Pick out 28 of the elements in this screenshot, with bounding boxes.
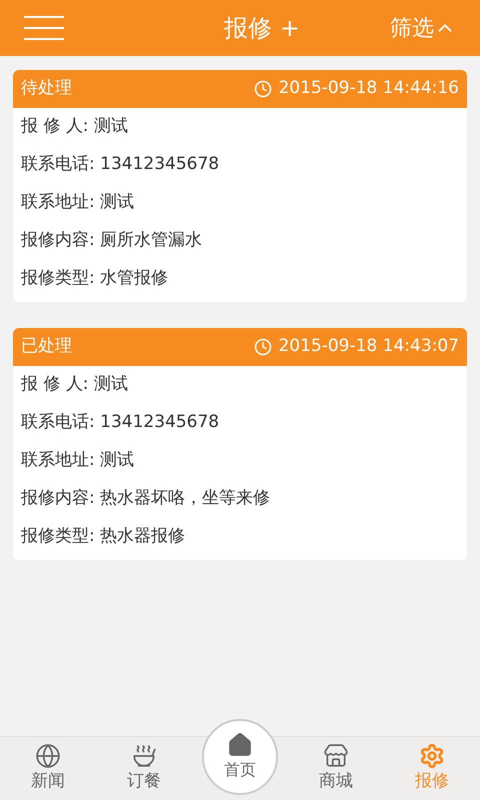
nav-tab[interactable]: 新闻 [31,742,65,794]
detail-line: 联系电话: 13412345678 [21,411,220,434]
detail-line: 报 修 人: 测试 [21,373,128,396]
detail-line: 联系地址: 测试 [21,191,134,214]
globe-icon [35,742,61,769]
status-label: 待处理 [21,77,72,100]
detail-line: 联系电话: 13412345678 [21,153,220,176]
shop-icon [323,742,349,769]
detail-line: 报修内容: 热水器坏咯，坐等来修 [21,487,270,510]
detail-line: 报修内容: 厕所水管漏水 [21,229,202,252]
home-icon [227,732,253,758]
bowl-icon [131,742,157,769]
nav-tab[interactable]: 商城 [319,742,353,794]
timestamp: 2015-09-18 14:43:07 [278,335,459,358]
menu-icon[interactable] [24,13,64,43]
gear-icon [419,742,445,769]
repair-card[interactable]: 已处理 2015-09-18 14:43:07 报 修 人: 测试 联系电话: 13412345678 联系地址: 测试 报修内容: 热水器坏咯，坐等来修 报修类型: 热水器报修 [13,328,467,560]
detail-line: 报修类型: 水管报修 [21,267,168,290]
clock-icon [254,80,272,98]
timestamp: 2015-09-18 14:44:16 [278,77,459,100]
nav-tab[interactable]: 订餐 [127,742,161,794]
detail-line: 报 修 人: 测试 [21,115,128,138]
detail-line: 报修类型: 热水器报修 [21,525,186,548]
clock-icon [254,338,272,356]
status-label: 已处理 [21,335,72,358]
nav-tab[interactable]: 首页 [202,719,278,795]
repair-card[interactable]: 待处理 2015-09-18 14:44:16 报 修 人: 测试 联系电话: 13412345678 联系地址: 测试 报修内容: 厕所水管漏水 报修类型: 水管报修 [13,70,467,302]
detail-line: 联系地址: 测试 [21,449,134,472]
